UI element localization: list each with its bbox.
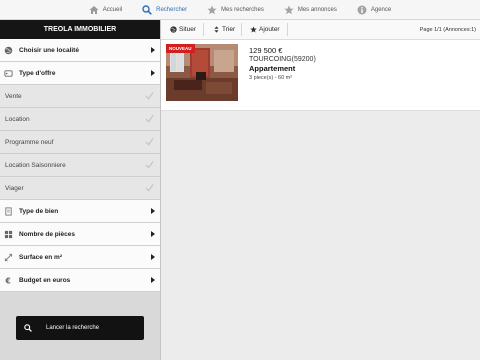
offer-option-label: Location Saisonniere — [5, 161, 66, 169]
listing-type: Appartement — [249, 64, 296, 73]
tag-icon — [4, 69, 13, 78]
nav-rechercher-label: Rechercher — [156, 6, 188, 13]
star-icon — [207, 5, 217, 14]
listing-info: 129 500 € TOURCOING(59200) Appartement 3… — [249, 46, 316, 81]
offer-option-vente[interactable]: Vente — [0, 85, 160, 108]
trier-label: Trier — [222, 26, 236, 33]
launch-search-button[interactable]: Lancer la recherche — [16, 316, 144, 340]
offer-option-programme-neuf[interactable]: Programme neuf — [0, 131, 160, 154]
grid-icon — [4, 230, 13, 239]
situer-button[interactable]: Situer — [170, 20, 196, 39]
search-icon — [24, 324, 32, 332]
euro-icon: € — [4, 276, 13, 284]
info-icon — [357, 5, 367, 14]
offer-type-label: Type d'offre — [19, 69, 56, 77]
toolbar-divider — [203, 23, 204, 36]
nav-accueil-label: Accueil — [102, 6, 123, 13]
checkmark-icon — [145, 91, 154, 100]
document-icon — [4, 206, 13, 216]
nav-mes-recherches-label: Mes recherches — [221, 6, 264, 13]
toolbar-divider — [241, 23, 242, 36]
top-nav: Accueil Rechercher Mes recherches Mes an… — [0, 0, 480, 20]
offer-option-viager[interactable]: Viager — [0, 177, 160, 200]
offer-option-label: Location — [5, 115, 30, 123]
nav-mes-recherches[interactable]: Mes recherches — [207, 5, 264, 15]
chevron-right-icon — [151, 208, 155, 214]
offer-option-location-saisonniere[interactable]: Location Saisonniere — [0, 154, 160, 177]
chevron-right-icon — [151, 254, 155, 260]
nav-agence-label: Agence — [370, 6, 392, 13]
brand-title: TREOLA IMMOBILIER — [0, 20, 160, 39]
offer-type-header[interactable]: Type d'offre — [0, 62, 160, 85]
star-icon — [250, 26, 257, 33]
checkmark-icon — [145, 114, 154, 123]
new-badge: NOUVEAU — [166, 44, 195, 53]
globe-icon — [4, 46, 13, 55]
checkmark-icon — [145, 160, 154, 169]
search-icon — [142, 4, 152, 15]
offer-option-label: Vente — [5, 92, 22, 100]
listing-details: 3 piece(s) - 60 m² — [249, 75, 293, 81]
nav-rechercher[interactable]: Rechercher — [142, 4, 188, 15]
budget-label: Budget en euros — [19, 276, 71, 284]
budget-selector[interactable]: € Budget en euros — [0, 269, 160, 292]
svg-text:€: € — [4, 276, 10, 284]
situer-label: Situer — [179, 26, 196, 33]
checkmark-icon — [145, 183, 154, 192]
trier-button[interactable]: Trier — [213, 20, 235, 39]
ajouter-button[interactable]: Ajouter — [250, 20, 280, 39]
surface-selector[interactable]: Surface en m² — [0, 246, 160, 269]
results-toolbar: Situer Trier Ajouter Page 1/1 (Annonces:… — [161, 20, 480, 40]
checkmark-icon — [145, 137, 154, 146]
locality-selector[interactable]: Choisir une localité — [0, 39, 160, 62]
star-icon — [284, 5, 294, 14]
surface-label: Surface en m² — [19, 253, 62, 261]
offer-option-label: Viager — [5, 184, 24, 192]
nav-mes-annonces-label: Mes annonces — [297, 6, 337, 13]
home-icon — [89, 5, 99, 14]
globe-icon — [170, 26, 177, 33]
launch-search-label: Lancer la recherche — [46, 325, 100, 331]
resize-icon — [4, 253, 13, 262]
chevron-right-icon — [151, 47, 155, 53]
ajouter-label: Ajouter — [259, 26, 280, 33]
rooms-selector[interactable]: Nombre de pièces — [0, 223, 160, 246]
chevron-right-icon — [151, 277, 155, 283]
listing-price: 129 500 € — [249, 46, 283, 55]
toolbar-divider — [287, 23, 288, 36]
offer-option-location[interactable]: Location — [0, 108, 160, 131]
listing-photo: NOUVEAU — [166, 44, 238, 101]
chevron-right-icon — [151, 70, 155, 76]
listing-card[interactable]: NOUVEAU 129 500 € TOURCOING(59200) Appar… — [161, 40, 480, 111]
nav-accueil[interactable]: Accueil — [89, 5, 122, 15]
page-info: Page 1/1 (Annonces:1) — [419, 26, 476, 33]
nav-mes-annonces[interactable]: Mes annonces — [284, 5, 337, 15]
listing-city: TOURCOING(59200) — [249, 56, 316, 63]
sort-icon — [214, 26, 219, 33]
chevron-right-icon — [151, 231, 155, 237]
nav-agence[interactable]: Agence — [357, 5, 391, 15]
locality-label: Choisir une localité — [19, 46, 79, 54]
property-type-label: Type de bien — [19, 207, 59, 215]
property-type-selector[interactable]: Type de bien — [0, 200, 160, 223]
search-sidebar: TREOLA IMMOBILIER Choisir une localité T… — [0, 20, 161, 360]
offer-option-label: Programme neuf — [5, 138, 54, 146]
rooms-label: Nombre de pièces — [19, 230, 75, 238]
